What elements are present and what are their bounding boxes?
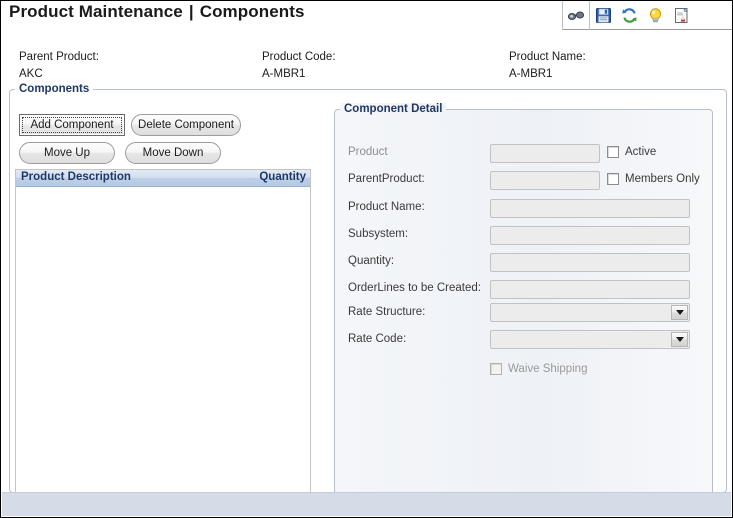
members-only-checkbox-box[interactable] <box>607 173 619 185</box>
parent-product-value: AKC <box>19 68 43 80</box>
page-title: Product Maintenance|Components <box>9 2 305 22</box>
move-down-button[interactable]: Move Down <box>125 142 221 164</box>
parent-product-field-label: ParentProduct: <box>348 173 425 185</box>
active-checkbox[interactable]: Active <box>607 146 656 158</box>
status-bar <box>2 492 731 516</box>
report-icon[interactable] <box>669 3 693 27</box>
subsystem-field-input[interactable] <box>490 226 690 245</box>
product-maintenance-window: Product Maintenance|Components <box>0 0 733 518</box>
column-header-product-description[interactable]: Product Description <box>21 171 131 183</box>
lightbulb-icon[interactable] <box>643 3 667 27</box>
waive-shipping-checkbox-box[interactable] <box>490 363 502 375</box>
add-component-button[interactable]: Add Component <box>19 114 125 136</box>
orderlines-field-label: OrderLines to be Created: <box>348 282 481 294</box>
save-icon[interactable] <box>591 3 615 27</box>
toolbar-divider-mid <box>589 1 590 30</box>
members-only-checkbox-label: Members Only <box>625 173 700 185</box>
product-field-input[interactable] <box>490 144 600 163</box>
move-up-button[interactable]: Move Up <box>19 142 115 164</box>
product-code-value: A-MBR1 <box>262 68 305 80</box>
toolbar <box>562 1 732 30</box>
column-header-quantity[interactable]: Quantity <box>259 171 306 183</box>
components-list-header: Product Description Quantity <box>16 170 310 187</box>
chevron-down-icon[interactable] <box>671 305 688 320</box>
components-list-body[interactable] <box>16 187 310 496</box>
product-name-field-label: Product Name: <box>348 201 425 213</box>
rate-code-field-label: Rate Code: <box>348 333 406 345</box>
toolbar-divider-left <box>562 1 563 30</box>
parent-product-label: Parent Product: <box>19 51 99 63</box>
refresh-icon[interactable] <box>617 3 641 27</box>
parent-product-field-input[interactable] <box>490 171 600 190</box>
orderlines-field-input[interactable] <box>490 280 690 299</box>
page-title-sub: Components <box>200 2 305 21</box>
component-detail-group-legend: Component Detail <box>340 103 446 115</box>
product-name-label: Product Name: <box>509 51 586 63</box>
page-title-main: Product Maintenance <box>9 2 183 21</box>
rate-structure-dropdown[interactable] <box>490 303 690 322</box>
subsystem-field-label: Subsystem: <box>348 228 408 240</box>
product-name-value: A-MBR1 <box>509 68 552 80</box>
quantity-field-label: Quantity: <box>348 255 394 267</box>
quantity-field-input[interactable] <box>490 253 690 272</box>
delete-component-button[interactable]: Delete Component <box>131 114 241 136</box>
rate-code-dropdown[interactable] <box>490 330 690 349</box>
members-only-checkbox[interactable]: Members Only <box>607 173 700 185</box>
components-group-legend: Components <box>15 83 93 95</box>
product-name-field-input[interactable] <box>490 199 690 218</box>
components-list[interactable]: Product Description Quantity <box>15 169 311 496</box>
waive-shipping-checkbox[interactable]: Waive Shipping <box>490 363 587 375</box>
chevron-down-icon[interactable] <box>671 332 688 347</box>
product-code-label: Product Code: <box>262 51 336 63</box>
page-title-separator: | <box>183 2 200 21</box>
rate-structure-field-label: Rate Structure: <box>348 306 425 318</box>
active-checkbox-box[interactable] <box>607 146 619 158</box>
waive-shipping-checkbox-label: Waive Shipping <box>508 363 587 375</box>
binoculars-icon[interactable] <box>564 3 588 27</box>
active-checkbox-label: Active <box>625 146 656 158</box>
product-field-label: Product <box>348 146 388 158</box>
